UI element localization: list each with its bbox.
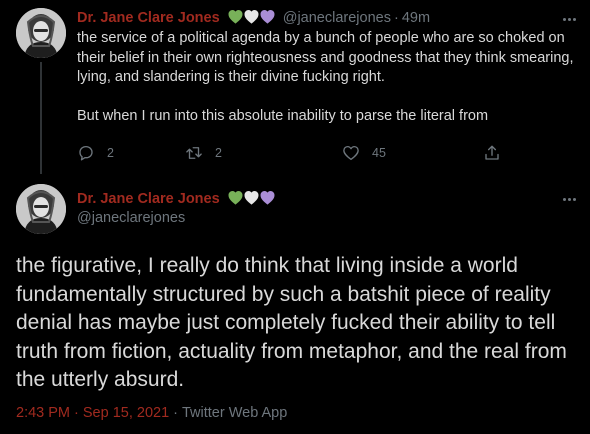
retweet-icon	[186, 147, 202, 159]
time-separator: ·	[393, 10, 399, 26]
retweet-count: 2	[215, 146, 222, 160]
thread-connector	[40, 62, 42, 174]
relative-time[interactable]: 49m	[402, 10, 430, 26]
author-name[interactable]: Dr. Jane Clare Jones	[77, 10, 220, 26]
purple-heart-icon	[260, 191, 275, 205]
tweet-actions: 2 2 45	[77, 143, 507, 163]
more-options-icon[interactable]	[560, 190, 578, 208]
white-heart-icon	[244, 191, 259, 205]
share-icon	[485, 145, 499, 160]
author-handle[interactable]: @janeclarejones	[283, 10, 391, 26]
white-heart-icon	[244, 10, 259, 24]
tweet-timestamp[interactable]: 2:43 PM · Sep 15, 2021	[16, 405, 169, 421]
share-button[interactable]	[483, 143, 501, 163]
reply-icon	[79, 145, 93, 161]
name-emoji	[228, 191, 275, 205]
tweet-text: the figurative, I really do think that l…	[16, 254, 567, 391]
avatar[interactable]	[16, 184, 66, 234]
reply-count: 2	[107, 146, 114, 160]
like-button[interactable]: 45	[342, 143, 386, 163]
tweet-paragraph: the service of a political agenda by a b…	[77, 30, 574, 85]
author-photo	[16, 184, 66, 234]
author-name[interactable]: Dr. Jane Clare Jones	[77, 191, 220, 207]
name-emoji	[228, 10, 275, 24]
focused-tweet: Dr. Jane Clare Jones @janeclarejones the…	[0, 176, 590, 434]
author-handle[interactable]: @janeclarejones	[77, 209, 185, 227]
green-heart-icon	[228, 191, 243, 205]
more-options-icon[interactable]	[560, 10, 578, 28]
source-app[interactable]: Twitter Web App	[182, 405, 287, 421]
parent-tweet[interactable]: Dr. Jane Clare Jones @janeclarejones · 49m…	[0, 0, 590, 176]
like-heart-icon	[343, 145, 359, 161]
tweet-meta: 2:43 PM · Sep 15, 2021 · Twitter Web App	[16, 404, 287, 422]
avatar[interactable]	[16, 8, 66, 58]
reply-button[interactable]: 2	[77, 143, 114, 163]
tweet-text: the service of a political agenda by a b…	[77, 29, 577, 127]
tweet-thread: Dr. Jane Clare Jones @janeclarejones · 49m…	[0, 0, 590, 434]
tweet-paragraph: But when I run into this absolute inabil…	[77, 108, 489, 124]
retweet-button[interactable]: 2	[185, 143, 222, 163]
like-count: 45	[372, 146, 386, 160]
author-name-row[interactable]: Dr. Jane Clare Jones	[77, 190, 275, 208]
green-heart-icon	[228, 10, 243, 24]
tweet-header: Dr. Jane Clare Jones @janeclarejones · 49m	[77, 9, 430, 27]
meta-separator: ·	[173, 405, 178, 421]
purple-heart-icon	[260, 10, 275, 24]
author-photo	[16, 8, 66, 58]
